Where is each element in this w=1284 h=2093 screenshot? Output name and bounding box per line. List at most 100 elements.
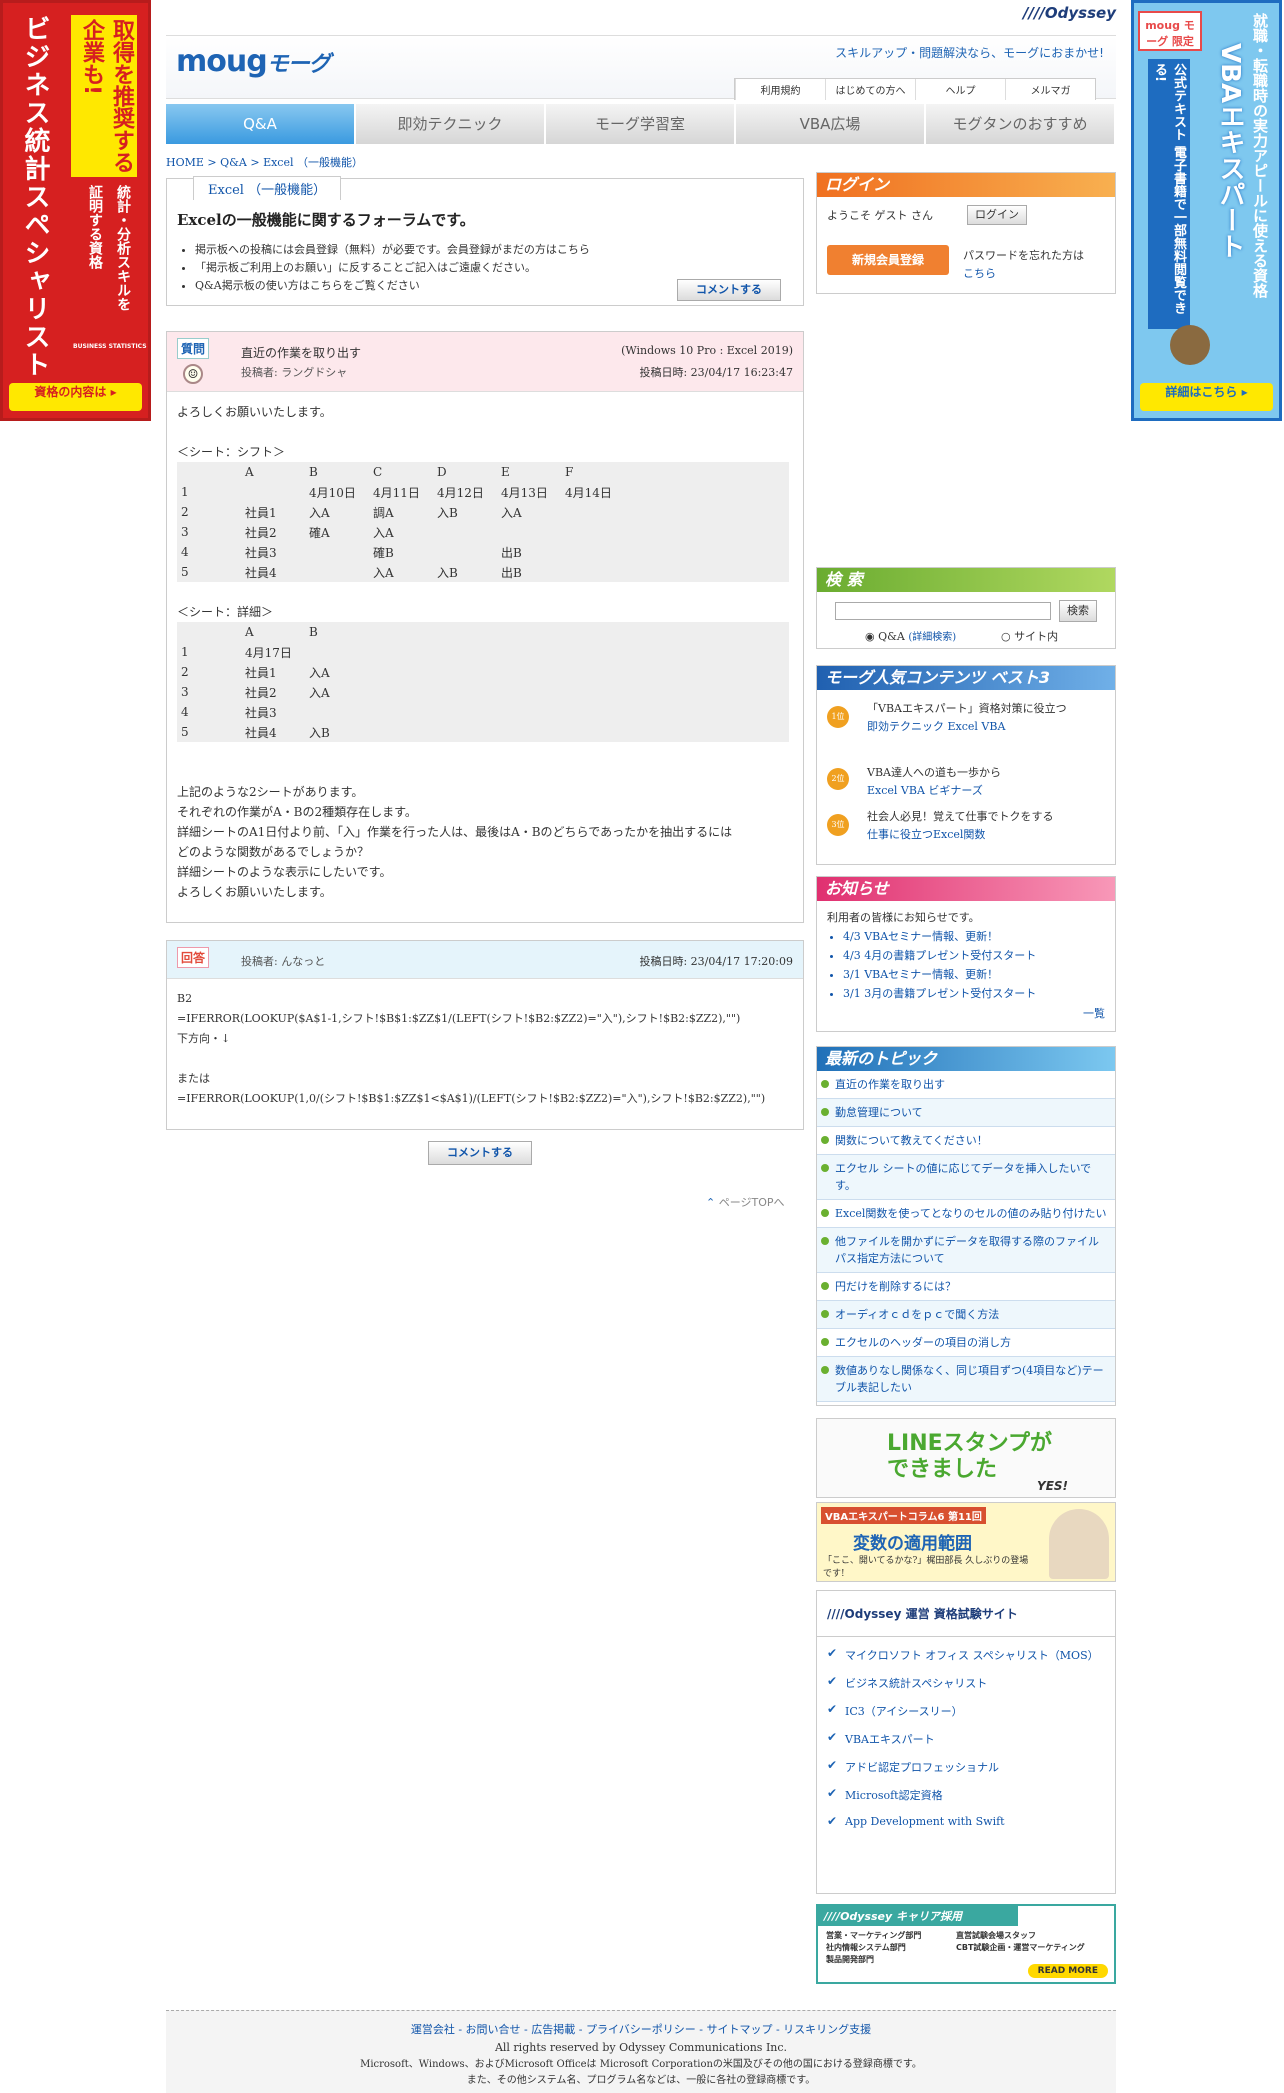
read-more-button[interactable]: READ MORE bbox=[1027, 1964, 1108, 1978]
link-first-time[interactable]: はじめての方へ bbox=[825, 79, 915, 100]
tab-recommend[interactable]: モグタンのおすすめ bbox=[926, 104, 1116, 144]
register-button[interactable]: 新規会員登録 bbox=[827, 245, 949, 275]
news-item[interactable]: 4/3 VBAセミナー情報、更新！ bbox=[843, 927, 1036, 946]
breadcrumb[interactable]: HOME > Q&A > Excel （一般機能） bbox=[166, 154, 363, 170]
topic-link[interactable]: 関数について教えてください！ bbox=[817, 1127, 1115, 1155]
topic-link[interactable]: 数値ありなし関係なく、同じ項目ずつ(4項目など)テーブル表記したい bbox=[817, 1357, 1115, 1402]
moug-logo[interactable]: mougモーグ bbox=[176, 44, 331, 79]
best-item[interactable]: 2位 VBA達人への道も一歩から Excel VBA ビギナーズ bbox=[827, 764, 1107, 798]
login-button[interactable]: ログイン bbox=[967, 205, 1027, 225]
advanced-search-link[interactable]: (詳細検索) bbox=[908, 632, 956, 643]
footer-links[interactable]: 運営会社 - お問い合せ - 広告掲載 - プライバシーポリシー - サイトマッ… bbox=[166, 2021, 1116, 2039]
sheet-cell: F bbox=[565, 465, 574, 479]
question-badge: 質問 bbox=[177, 338, 210, 359]
tab-study[interactable]: モーグ学習室 bbox=[546, 104, 736, 144]
topic-link[interactable]: エクセルのヘッダーの項目の消し方 bbox=[817, 1329, 1115, 1357]
search-button[interactable]: 検索 bbox=[1059, 600, 1097, 622]
search-input[interactable] bbox=[835, 602, 1051, 620]
note-register[interactable]: 掲示板への投稿には会員登録（無料）が必要です。会員登録がまだの方はこちら bbox=[195, 241, 590, 259]
best-item[interactable]: 3位 社会人必見！覚えて仕事でトクをする 仕事に役立つExcel関数 bbox=[827, 808, 1107, 842]
site-link[interactable]: ビジネス統計スペシャリスト bbox=[817, 1669, 1115, 1697]
sheet-cell: D bbox=[437, 465, 447, 479]
search-box: 検 索 検索 ◉ Q&A (詳細検索) ○ サイト内 bbox=[816, 567, 1116, 649]
sheet-cell: A bbox=[245, 465, 254, 479]
note-howto[interactable]: Q&A掲示板の使い方はこちらをご覧ください bbox=[195, 277, 590, 295]
body-line: または bbox=[177, 1072, 210, 1085]
site-link[interactable]: アドビ認定プロフェッショナル bbox=[817, 1753, 1115, 1781]
site-link[interactable]: App Development with Swift bbox=[817, 1809, 1115, 1834]
news-item[interactable]: 3/1 VBAセミナー情報、更新！ bbox=[843, 965, 1036, 984]
sheet-cell: 入A bbox=[373, 565, 394, 580]
radio-checked-icon[interactable]: ◉ bbox=[865, 630, 875, 643]
post-intro: よろしくお願いいたします。 bbox=[177, 405, 332, 419]
sheet2-table: A B 1 4月17日 2 社員1 入A 3 社員2 入A 4 社員3 5 社員4 入B bbox=[177, 622, 789, 742]
post-title: 直近の作業を取り出す bbox=[241, 346, 362, 360]
opt-label: Q&A bbox=[878, 630, 905, 643]
tab-vba[interactable]: VBA広場 bbox=[736, 104, 926, 144]
sheet-cell: 確B bbox=[373, 545, 394, 560]
site-link[interactable]: VBAエキスパート bbox=[817, 1725, 1115, 1753]
welcome-text: ようこそ ゲスト さん bbox=[827, 209, 933, 222]
topic-link[interactable]: オーディオｃｄをｐｃで聞く方法 bbox=[817, 1301, 1115, 1329]
best-item[interactable]: 1位 「VBAエキスパート」資格対策に役立つ 即効テクニック Excel VBA bbox=[827, 700, 1107, 734]
sheet-cell bbox=[241, 482, 305, 502]
body-line: 下方向・↓ bbox=[177, 1032, 231, 1045]
opt-label: サイト内 bbox=[1014, 630, 1059, 643]
topic-link[interactable]: 直近の作業を取り出す bbox=[817, 1071, 1115, 1099]
line-stamp-banner[interactable]: LINEスタンプができました YES! bbox=[816, 1418, 1116, 1498]
body-line: どのような関数があるでしょうか？ bbox=[177, 845, 370, 859]
forum-tab[interactable]: Excel （一般機能） bbox=[193, 176, 342, 200]
vba-column-banner[interactable]: VBAエキスパートコラム6 第11回 変数の適用範囲 「ここ、開いてるかな?」梶… bbox=[816, 1502, 1116, 1582]
link-help[interactable]: ヘルプ bbox=[915, 79, 1005, 100]
search-opt-qa[interactable]: ◉ Q&A (詳細検索) bbox=[865, 628, 956, 643]
sheet-cell: 4月13日 bbox=[501, 485, 548, 500]
topic-link[interactable]: 勤怠管理について bbox=[817, 1099, 1115, 1127]
line-banner-text: LINEスタンプができました bbox=[887, 1431, 1052, 1482]
page-top-label: ページTOPへ bbox=[718, 1196, 785, 1209]
post-date: 投稿日時: 23/04/17 16:23:47 bbox=[639, 366, 793, 379]
best-item-link[interactable]: 即効テクニック Excel VBA bbox=[867, 718, 1107, 734]
left-banner-ad[interactable]: ビジネス統計スペシャリスト 取得を推奨する 企業も! 統計・分析スキルを 証明す… bbox=[0, 0, 151, 421]
site-link[interactable]: Microsoft認定資格 bbox=[817, 1781, 1115, 1809]
topic-link[interactable]: Excel関数を使ってとなりのセルの値のみ貼り付けたい bbox=[817, 1200, 1115, 1228]
news-title: お知らせ bbox=[817, 877, 1115, 901]
line-banner-yes: YES! bbox=[1037, 1479, 1069, 1493]
career-banner[interactable]: ////Odyssey キャリア採用 営業・マーケティング部門 社内情報システム… bbox=[816, 1904, 1116, 1984]
best-item-link[interactable]: Excel VBA ビギナーズ bbox=[867, 782, 1107, 798]
site-link[interactable]: IC3（アイシースリー） bbox=[817, 1697, 1115, 1725]
post-date: 投稿日時: 23/04/17 17:20:09 bbox=[639, 955, 793, 968]
body-line: 詳細シートのような表示にしたいです。 bbox=[177, 865, 392, 879]
right-banner-ad[interactable]: moug モーグ 限定 VBAエキスパート 就職・転職時の実力アピールに使える資… bbox=[1131, 0, 1282, 421]
topic-link[interactable]: 他ファイルを開かずにデータを取得する際のファイルパス指定方法について bbox=[817, 1228, 1115, 1273]
link-terms[interactable]: 利用規約 bbox=[735, 79, 825, 100]
banner-button[interactable]: 詳細はこちら ▸ bbox=[1140, 383, 1273, 411]
odyssey-logo[interactable]: ////Odyssey bbox=[1023, 4, 1116, 22]
news-more-link[interactable]: 一覧 bbox=[1083, 1005, 1105, 1021]
vba-banner-sub: 「ここ、開いてるかな?」梶田部長 久しぶりの登場です! bbox=[823, 1556, 1029, 1579]
banner-button[interactable]: 資格の内容は ▸ bbox=[9, 383, 142, 411]
forgot-link[interactable]: こちら bbox=[963, 265, 996, 281]
sheet-cell: 出B bbox=[501, 565, 522, 580]
banner-title: ビジネス統計スペシャリスト bbox=[20, 15, 50, 379]
site-link[interactable]: マイクロソフト オフィス スペシャリスト（MOS） bbox=[817, 1641, 1115, 1669]
tab-qa[interactable]: Q&A bbox=[166, 104, 356, 144]
topic-link[interactable]: エクセル シートの値に応じてデータを挿入したいです。 bbox=[817, 1155, 1115, 1200]
link-mailmag[interactable]: メルマガ bbox=[1005, 79, 1095, 100]
sheet-row: 2 社員1 入A bbox=[177, 662, 369, 682]
radio-icon[interactable]: ○ bbox=[1001, 630, 1011, 643]
comment-button[interactable]: コメントする bbox=[677, 279, 781, 301]
news-item[interactable]: 4/3 4月の書籍プレゼント受付スタート bbox=[843, 946, 1036, 965]
best-item-link[interactable]: 仕事に役立つExcel関数 bbox=[867, 826, 1107, 842]
odyssey-sites-box: ////Odyssey 運営 資格試験サイト マイクロソフト オフィス スペシャ… bbox=[816, 1590, 1116, 1894]
comment-button-bottom[interactable]: コメントする bbox=[428, 1141, 532, 1165]
site-footer: 運営会社 - お問い合せ - 広告掲載 - プライバシーポリシー - サイトマッ… bbox=[166, 2010, 1116, 2093]
search-opt-site[interactable]: ○ サイト内 bbox=[1001, 628, 1058, 644]
topic-link[interactable]: 円だけを削除するには？ bbox=[817, 1273, 1115, 1301]
tab-technique[interactable]: 即効テクニック bbox=[356, 104, 546, 144]
page-top-link[interactable]: ⌃ ページTOPへ bbox=[706, 1194, 785, 1210]
sheet-cell: 入A bbox=[373, 525, 394, 540]
news-item[interactable]: 3/1 3月の書籍プレゼント受付スタート bbox=[843, 984, 1036, 1003]
note-rules[interactable]: 「掲示板ご利用上のお願い」に反することご記入はご遠慮ください。 bbox=[195, 259, 590, 277]
sheet-cell bbox=[305, 562, 369, 582]
sheet-cell bbox=[497, 522, 561, 542]
